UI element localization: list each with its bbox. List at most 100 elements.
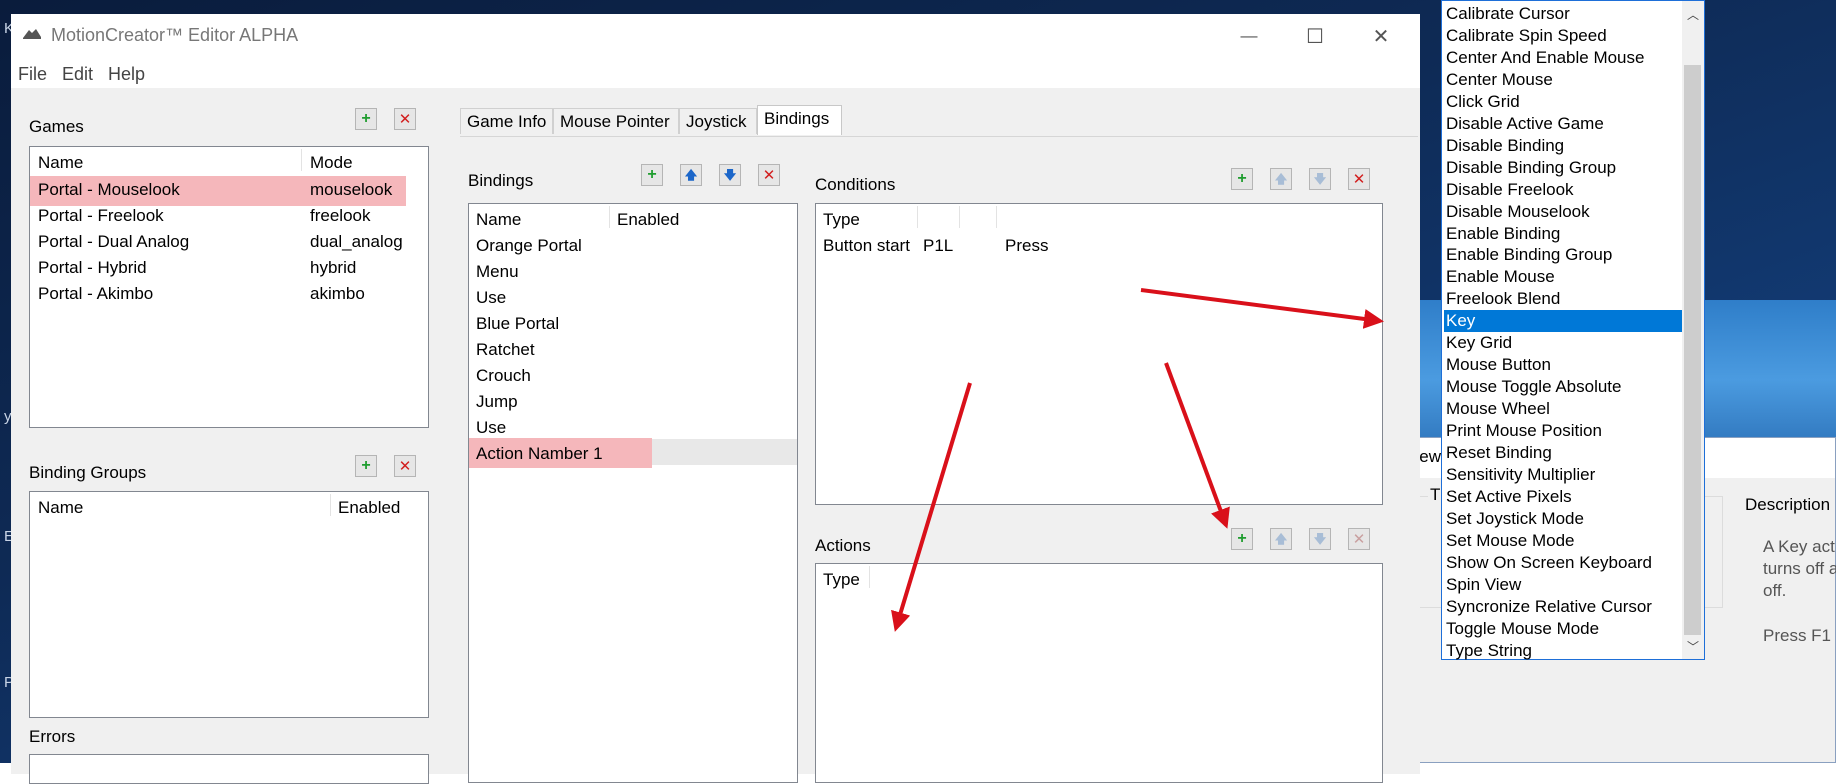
scroll-down-icon[interactable]: ﹀ [1682,635,1704,657]
table-row[interactable]: Portal - Mouselook mouselook [30,180,428,202]
minimize-icon: — [1240,26,1258,45]
binding-groups-col-enabled[interactable]: Enabled [338,498,400,518]
dropdown-item[interactable]: Spin View [1444,574,1682,596]
dropdown-item[interactable]: Set Joystick Mode [1444,508,1682,530]
binding-groups-col-name[interactable]: Name [38,498,83,518]
dropdown-item[interactable]: Mouse Toggle Absolute [1444,376,1682,398]
tab-game-info[interactable]: Game Info [460,108,553,134]
move-binding-down-button[interactable]: 🡇 [719,164,741,186]
menu-help[interactable]: Help [101,58,153,85]
table-row[interactable]: Portal - Hybrid hybrid [30,258,428,280]
column-divider [959,206,960,228]
dropdown-item[interactable]: Disable Binding [1444,135,1682,157]
menu-file[interactable]: File [11,58,55,85]
dropdown-item[interactable]: Freelook Blend [1444,288,1682,310]
remove-condition-button[interactable]: ✕ [1348,168,1370,190]
remove-binding-button[interactable]: ✕ [758,164,780,186]
move-binding-up-button[interactable]: 🡅 [680,164,702,186]
bindings-heading: Bindings [468,171,534,190]
move-action-up-button[interactable]: 🡅 [1270,528,1292,550]
bindings-col-name[interactable]: Name [476,210,521,230]
menu-edit[interactable]: Edit [55,58,101,85]
games-col-name[interactable]: Name [38,153,83,173]
dropdown-item[interactable]: Calibrate Cursor [1444,3,1682,25]
dropdown-item[interactable]: Mouse Wheel [1444,398,1682,420]
binding-row[interactable]: Blue Portal [476,314,559,334]
window-titlebar: MotionCreator™ Editor ALPHA — ☐ ✕ [11,14,1420,58]
dropdown-item[interactable]: Enable Binding Group [1444,244,1682,266]
close-button[interactable]: ✕ [1351,14,1411,58]
dropdown-item[interactable]: Syncronize Relative Cursor [1444,596,1682,618]
dropdown-item[interactable]: Disable Mouselook [1444,201,1682,223]
add-condition-button[interactable]: + [1231,168,1253,190]
x-icon: ✕ [1352,170,1366,188]
dropdown-item[interactable]: Enable Mouse [1444,266,1682,288]
dropdown-item[interactable]: Center And Enable Mouse [1444,47,1682,69]
dropdown-item[interactable]: Disable Freelook [1444,179,1682,201]
dropdown-item[interactable]: Sensitivity Multiplier [1444,464,1682,486]
dropdown-item[interactable]: Key [1444,310,1682,333]
dropdown-item[interactable]: Mouse Button [1444,354,1682,376]
add-binding-button[interactable]: + [641,164,663,186]
move-condition-up-button[interactable]: 🡅 [1270,168,1292,190]
game-mode: akimbo [310,284,365,303]
condition-event: Press [1005,236,1049,255]
remove-binding-group-button[interactable]: ✕ [394,455,416,477]
dropdown-item[interactable]: Toggle Mouse Mode [1444,618,1682,640]
arrow-down-icon: 🡇 [1313,532,1327,546]
dropdown-item[interactable]: Type String [1444,640,1682,662]
dropdown-item[interactable]: Show On Screen Keyboard [1444,552,1682,574]
game-name: Portal - Hybrid [38,258,147,277]
dropdown-item[interactable]: Disable Binding Group [1444,157,1682,179]
scroll-thumb[interactable] [1684,65,1701,635]
dropdown-item[interactable]: Set Mouse Mode [1444,530,1682,552]
dropdown-scrollbar[interactable]: ︿ ﹀ [1682,1,1704,659]
move-action-down-button[interactable]: 🡇 [1309,528,1331,550]
add-action-button[interactable]: + [1231,528,1253,550]
action-type-dropdown-list[interactable]: Calibrate Cursor Calibrate Spin Speed Cent… [1441,0,1705,660]
close-icon: ✕ [1372,25,1390,48]
dropdown-item[interactable]: Center Mouse [1444,69,1682,91]
dropdown-item[interactable]: Key Grid [1444,332,1682,354]
binding-row[interactable]: Crouch [476,366,531,386]
column-divider [869,566,870,588]
games-col-mode[interactable]: Mode [310,153,353,173]
binding-row[interactable]: Ratchet [476,340,535,360]
minimize-button[interactable]: — [1219,14,1279,58]
add-game-button[interactable]: + [355,108,377,130]
tab-joystick[interactable]: Joystick [679,108,757,134]
move-condition-down-button[interactable]: 🡇 [1309,168,1331,190]
binding-row[interactable]: Orange Portal [476,236,582,256]
game-name: Portal - Mouselook [38,180,180,199]
dropdown-item[interactable]: Enable Binding [1444,223,1682,245]
dropdown-item[interactable]: Print Mouse Position [1444,420,1682,442]
bindings-col-enabled[interactable]: Enabled [617,210,679,230]
conditions-col-type[interactable]: Type [823,210,860,230]
table-row[interactable]: Portal - Dual Analog dual_analog [30,232,428,254]
maximize-button[interactable]: ☐ [1285,14,1345,58]
game-mode: freelook [310,206,371,225]
dropdown-item[interactable]: Calibrate Spin Speed [1444,25,1682,47]
dropdown-item[interactable]: Disable Active Game [1444,113,1682,135]
actions-col-type[interactable]: Type [823,570,860,590]
remove-action-button[interactable]: ✕ [1348,528,1370,550]
binding-row[interactable]: Jump [476,392,518,412]
binding-row[interactable]: Use [476,418,506,438]
table-row[interactable]: Portal - Freelook freelook [30,206,428,228]
plus-icon: + [1237,530,1247,547]
scroll-up-icon[interactable]: ︿ [1682,3,1704,25]
table-row[interactable]: Portal - Akimbo akimbo [30,284,428,306]
tab-bindings[interactable]: Bindings [757,105,842,135]
dropdown-item[interactable]: Set Active Pixels [1444,486,1682,508]
binding-row[interactable]: Menu [476,262,519,282]
condition-type: Button start [823,236,910,255]
table-row[interactable]: Button start P1L Press [816,236,1382,258]
binding-row[interactable]: Use [476,288,506,308]
tab-mouse-pointer[interactable]: Mouse Pointer [553,108,679,134]
add-binding-group-button[interactable]: + [355,455,377,477]
dropdown-item[interactable]: Click Grid [1444,91,1682,113]
editor-window: MotionCreator™ Editor ALPHA — ☐ ✕ File Ed… [11,14,1420,784]
binding-row[interactable]: Action Namber 1 [476,444,603,464]
dropdown-item[interactable]: Reset Binding [1444,442,1682,464]
remove-game-button[interactable]: ✕ [394,108,416,130]
